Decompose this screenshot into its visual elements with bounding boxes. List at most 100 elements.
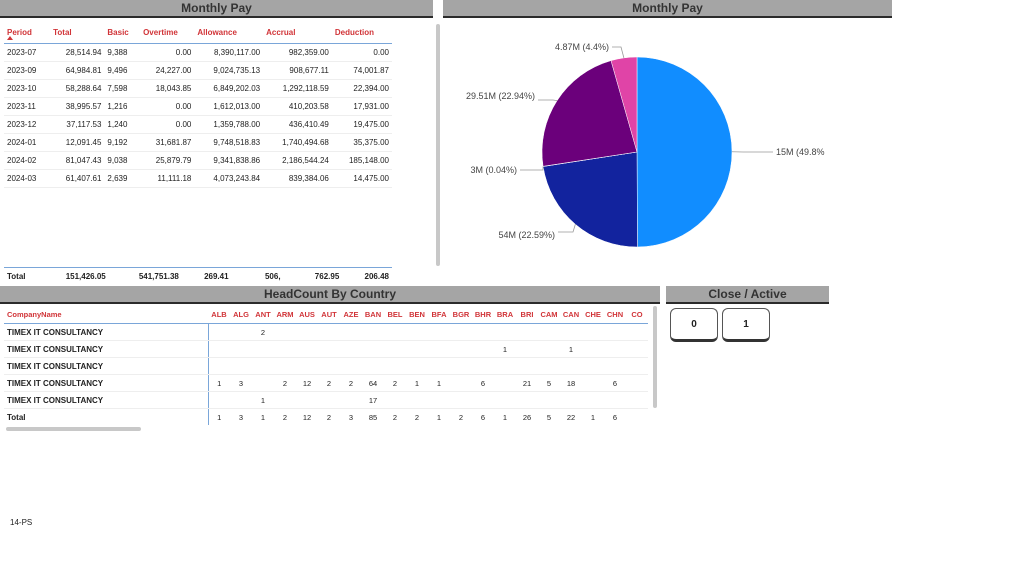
company-name-header[interactable]: CompanyName: [4, 306, 208, 324]
headcount-cell: [494, 357, 516, 375]
headcount-cell: [252, 357, 274, 375]
country-column-header[interactable]: ANT: [252, 306, 274, 324]
column-header[interactable]: Accrual: [263, 24, 332, 44]
table-row: 2024-01 12,091.45 9,192 31,681.87 9,748,518.…: [4, 133, 392, 152]
headcount-vertical-scrollbar[interactable]: [653, 306, 657, 408]
headcount-total-cell: 2: [458, 412, 464, 422]
headcount-row: TIMEX IT CONSULTANCY 2: [4, 323, 648, 341]
headcount-cell: [494, 323, 516, 341]
country-column-header[interactable]: BGR: [450, 306, 472, 324]
page-footer-label: 14-PS: [10, 518, 33, 527]
headcount-total-cell: 22: [566, 412, 576, 422]
pie-leader-line: [558, 224, 576, 233]
headcount-cell: [296, 391, 318, 409]
headcount-row: TIMEX IT CONSULTANCY 1 17: [4, 391, 648, 409]
headcount-cell: [384, 357, 406, 375]
headcount-cell: [318, 323, 340, 341]
column-header[interactable]: Total: [50, 24, 104, 44]
table-vertical-scrollbar[interactable]: [436, 24, 440, 266]
country-column-header[interactable]: ALB: [208, 306, 230, 324]
headcount-cell: [252, 340, 274, 358]
headcount-cell: 2: [340, 374, 362, 392]
headcount-cell: 12: [296, 374, 318, 392]
table-cell: 839,384.06: [263, 169, 332, 188]
headcount-cell: [340, 323, 362, 341]
headcount-cell: [582, 374, 604, 392]
column-header[interactable]: Deduction: [332, 24, 392, 44]
table-cell: 18,043.85: [140, 79, 195, 98]
pie-slice[interactable]: [542, 151, 638, 248]
country-column-header[interactable]: CO: [626, 306, 648, 324]
company-name-cell: TIMEX IT CONSULTANCY: [4, 340, 209, 358]
country-column-header[interactable]: AUS: [296, 306, 318, 324]
country-column-header[interactable]: AZE: [340, 306, 362, 324]
country-column-header[interactable]: CHE: [582, 306, 604, 324]
headcount-cell: [230, 323, 252, 341]
table-cell: 9,388: [104, 43, 141, 62]
country-column-header[interactable]: CAM: [538, 306, 560, 324]
pie-leader-line: [612, 46, 625, 59]
headcount-cell: [230, 340, 252, 358]
country-column-header[interactable]: ARM: [274, 306, 296, 324]
country-column-header[interactable]: BRA: [494, 306, 516, 324]
pie-slice[interactable]: [636, 56, 733, 248]
headcount-cell: 2: [274, 374, 296, 392]
headcount-cell: [560, 391, 582, 409]
monthly-pay-table-title: Monthly Pay: [0, 0, 433, 18]
close-count-button[interactable]: 0: [670, 308, 718, 342]
headcount-cell: [274, 340, 296, 358]
headcount-cell: [516, 357, 538, 375]
headcount-cell: 6: [604, 374, 626, 392]
pie-data-label: 3M (0.04%): [470, 165, 517, 175]
headcount-cell: [538, 340, 560, 358]
headcount-cell: 1: [252, 391, 274, 409]
pie-data-label: 4.87M (4.4%): [555, 42, 609, 52]
headcount-cell: [362, 340, 384, 358]
table-cell: 2024-01: [4, 133, 51, 152]
table-cell: 0.00: [140, 97, 195, 116]
headcount-cell: [560, 323, 582, 341]
country-column-header[interactable]: BFA: [428, 306, 450, 324]
headcount-horizontal-scrollbar[interactable]: [6, 427, 141, 431]
headcount-cell: 21: [516, 374, 538, 392]
table-cell: 2024-02: [4, 151, 51, 170]
country-column-header[interactable]: BEL: [384, 306, 406, 324]
country-column-header[interactable]: AUT: [318, 306, 340, 324]
headcount-cell: [538, 391, 560, 409]
headcount-cell: [428, 323, 450, 341]
headcount-cell: [494, 374, 516, 392]
headcount-cell: [582, 323, 604, 341]
column-header[interactable]: Allowance: [194, 24, 263, 44]
headcount-cell: [450, 340, 472, 358]
table-cell: 0.00: [140, 43, 195, 62]
headcount-cell: [318, 357, 340, 375]
country-column-header[interactable]: CHN: [604, 306, 626, 324]
country-column-header[interactable]: CAN: [560, 306, 582, 324]
headcount-cell: [340, 340, 362, 358]
column-header[interactable]: Overtime: [140, 24, 194, 44]
column-header[interactable]: Basic: [104, 24, 140, 44]
headcount-cell: [296, 323, 318, 341]
country-column-header[interactable]: BRI: [516, 306, 538, 324]
headcount-cell: [604, 340, 626, 358]
country-column-header[interactable]: ALG: [230, 306, 252, 324]
headcount-total-cell: 3: [238, 412, 244, 422]
table-row: 2023-10 58,288.64 7,598 18,043.85 6,849,202.…: [4, 79, 392, 98]
monthly-pay-total-row: Total 151,426.05 541,751.38 269.41 506, 762.9…: [4, 267, 392, 285]
headcount-cell: [516, 391, 538, 409]
active-count-button[interactable]: 1: [722, 308, 770, 342]
country-column-header[interactable]: BEN: [406, 306, 428, 324]
table-header-row: Period Total Basic Overtime Allowance Accrual…: [4, 24, 392, 44]
headcount-total-cell: 6: [480, 412, 486, 422]
country-column-header[interactable]: BAN: [362, 306, 384, 324]
total-cell: 762.95: [314, 272, 340, 281]
headcount-cell: [296, 340, 318, 358]
country-column-header[interactable]: BHR: [472, 306, 494, 324]
headcount-total-cell: 1: [217, 412, 222, 422]
table-cell: 9,748,518.83: [194, 133, 264, 152]
table-cell: 9,496: [104, 61, 141, 80]
headcount-cell: [604, 323, 626, 341]
column-header[interactable]: Period: [4, 24, 50, 44]
table-cell: 64,984.81: [50, 61, 105, 80]
table-cell: 22,394.00: [331, 79, 392, 98]
